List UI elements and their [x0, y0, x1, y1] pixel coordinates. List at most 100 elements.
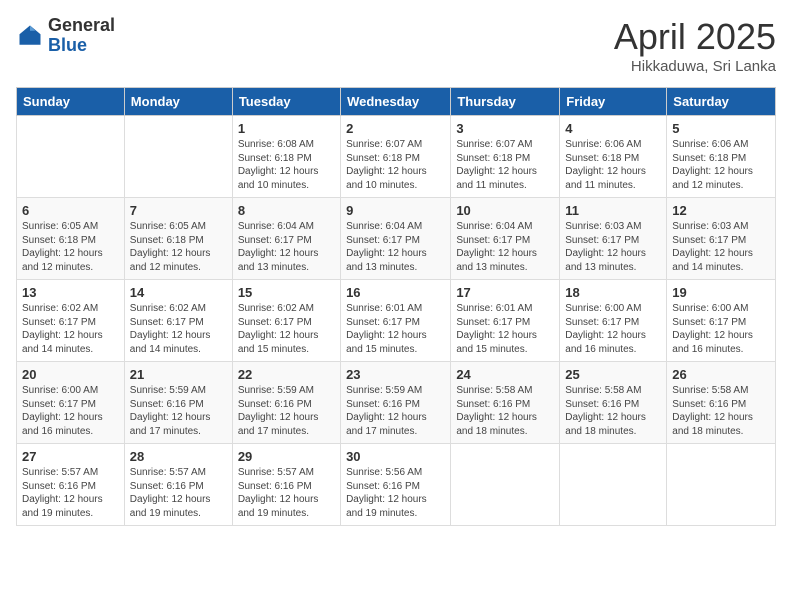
- day-number: 17: [456, 285, 554, 300]
- calendar-table: SundayMondayTuesdayWednesdayThursdayFrid…: [16, 87, 776, 526]
- col-header-thursday: Thursday: [451, 88, 560, 116]
- day-info: Sunrise: 6:04 AM Sunset: 6:17 PM Dayligh…: [238, 220, 335, 274]
- day-number: 4: [565, 121, 661, 136]
- day-cell: 18 Sunrise: 6:00 AM Sunset: 6:17 PM Dayli…: [560, 280, 667, 362]
- day-info: Sunrise: 6:05 AM Sunset: 6:18 PM Dayligh…: [130, 220, 227, 274]
- logo-icon: [16, 22, 44, 50]
- day-info: Sunrise: 6:02 AM Sunset: 6:17 PM Dayligh…: [22, 302, 119, 356]
- day-info: Sunrise: 6:00 AM Sunset: 6:17 PM Dayligh…: [565, 302, 661, 356]
- logo-general: General: [48, 16, 115, 36]
- day-cell: 25 Sunrise: 5:58 AM Sunset: 6:16 PM Dayli…: [560, 362, 667, 444]
- day-number: 30: [346, 449, 445, 464]
- day-info: Sunrise: 6:04 AM Sunset: 6:17 PM Dayligh…: [346, 220, 445, 274]
- day-cell: 13 Sunrise: 6:02 AM Sunset: 6:17 PM Dayli…: [17, 280, 125, 362]
- day-cell: 22 Sunrise: 5:59 AM Sunset: 6:16 PM Dayli…: [232, 362, 340, 444]
- day-number: 27: [22, 449, 119, 464]
- day-cell: 3Sunrise: 6:07 AM Sunset: 6:18 PM Daylig…: [451, 116, 560, 198]
- day-info: Sunrise: 5:56 AM Sunset: 6:16 PM Dayligh…: [346, 466, 445, 520]
- day-info: Sunrise: 5:59 AM Sunset: 6:16 PM Dayligh…: [238, 384, 335, 438]
- day-number: 14: [130, 285, 227, 300]
- col-header-sunday: Sunday: [17, 88, 125, 116]
- day-info: Sunrise: 6:00 AM Sunset: 6:17 PM Dayligh…: [672, 302, 770, 356]
- day-cell: 21 Sunrise: 5:59 AM Sunset: 6:16 PM Dayli…: [124, 362, 232, 444]
- week-row-4: 27 Sunrise: 5:57 AM Sunset: 6:16 PM Dayli…: [17, 444, 776, 526]
- day-number: 24: [456, 367, 554, 382]
- week-row-0: 1Sunrise: 6:08 AM Sunset: 6:18 PM Daylig…: [17, 116, 776, 198]
- day-cell: [124, 116, 232, 198]
- day-cell: 7 Sunrise: 6:05 AM Sunset: 6:18 PM Daylig…: [124, 198, 232, 280]
- day-cell: [560, 444, 667, 526]
- day-cell: 16 Sunrise: 6:01 AM Sunset: 6:17 PM Dayli…: [341, 280, 451, 362]
- day-cell: 2Sunrise: 6:07 AM Sunset: 6:18 PM Daylig…: [341, 116, 451, 198]
- day-cell: 24Sunrise: 5:58 AM Sunset: 6:16 PM Dayli…: [451, 362, 560, 444]
- logo: General Blue: [16, 16, 115, 56]
- day-info: Sunrise: 6:03 AM Sunset: 6:17 PM Dayligh…: [565, 220, 661, 274]
- day-info: Sunrise: 6:01 AM Sunset: 6:17 PM Dayligh…: [346, 302, 445, 356]
- day-info: Sunrise: 5:59 AM Sunset: 6:16 PM Dayligh…: [130, 384, 227, 438]
- day-cell: [451, 444, 560, 526]
- day-info: Sunrise: 6:02 AM Sunset: 6:17 PM Dayligh…: [130, 302, 227, 356]
- day-cell: 12Sunrise: 6:03 AM Sunset: 6:17 PM Dayli…: [667, 198, 776, 280]
- week-row-2: 13 Sunrise: 6:02 AM Sunset: 6:17 PM Dayli…: [17, 280, 776, 362]
- day-number: 18: [565, 285, 661, 300]
- day-number: 5: [672, 121, 770, 136]
- day-info: Sunrise: 5:57 AM Sunset: 6:16 PM Dayligh…: [22, 466, 119, 520]
- day-number: 12: [672, 203, 770, 218]
- col-header-friday: Friday: [560, 88, 667, 116]
- day-cell: 14 Sunrise: 6:02 AM Sunset: 6:17 PM Dayli…: [124, 280, 232, 362]
- day-number: 1: [238, 121, 335, 136]
- day-info: Sunrise: 5:59 AM Sunset: 6:16 PM Dayligh…: [346, 384, 445, 438]
- day-number: 16: [346, 285, 445, 300]
- logo-text: General Blue: [48, 16, 115, 56]
- day-cell: 5 Sunrise: 6:06 AM Sunset: 6:18 PM Daylig…: [667, 116, 776, 198]
- day-cell: 4Sunrise: 6:06 AM Sunset: 6:18 PM Daylig…: [560, 116, 667, 198]
- day-info: Sunrise: 6:00 AM Sunset: 6:17 PM Dayligh…: [22, 384, 119, 438]
- day-info: Sunrise: 6:06 AM Sunset: 6:18 PM Dayligh…: [672, 138, 770, 192]
- day-info: Sunrise: 5:58 AM Sunset: 6:16 PM Dayligh…: [672, 384, 770, 438]
- day-cell: 10Sunrise: 6:04 AM Sunset: 6:17 PM Dayli…: [451, 198, 560, 280]
- day-info: Sunrise: 5:57 AM Sunset: 6:16 PM Dayligh…: [238, 466, 335, 520]
- col-header-saturday: Saturday: [667, 88, 776, 116]
- page-header: General Blue April 2025 Hikkaduwa, Sri L…: [16, 16, 776, 75]
- calendar-title: April 2025: [614, 16, 776, 58]
- day-number: 20: [22, 367, 119, 382]
- logo-blue: Blue: [48, 36, 115, 56]
- day-cell: 6 Sunrise: 6:05 AM Sunset: 6:18 PM Daylig…: [17, 198, 125, 280]
- title-block: April 2025 Hikkaduwa, Sri Lanka: [614, 16, 776, 75]
- day-info: Sunrise: 6:05 AM Sunset: 6:18 PM Dayligh…: [22, 220, 119, 274]
- day-number: 29: [238, 449, 335, 464]
- day-number: 9: [346, 203, 445, 218]
- col-header-monday: Monday: [124, 88, 232, 116]
- day-number: 28: [130, 449, 227, 464]
- day-number: 3: [456, 121, 554, 136]
- day-number: 6: [22, 203, 119, 218]
- day-cell: 30 Sunrise: 5:56 AM Sunset: 6:16 PM Dayli…: [341, 444, 451, 526]
- day-info: Sunrise: 6:01 AM Sunset: 6:17 PM Dayligh…: [456, 302, 554, 356]
- day-number: 2: [346, 121, 445, 136]
- day-info: Sunrise: 6:02 AM Sunset: 6:17 PM Dayligh…: [238, 302, 335, 356]
- day-number: 22: [238, 367, 335, 382]
- day-number: 26: [672, 367, 770, 382]
- day-info: Sunrise: 5:58 AM Sunset: 6:16 PM Dayligh…: [565, 384, 661, 438]
- day-info: Sunrise: 5:57 AM Sunset: 6:16 PM Dayligh…: [130, 466, 227, 520]
- day-cell: 23Sunrise: 5:59 AM Sunset: 6:16 PM Dayli…: [341, 362, 451, 444]
- day-cell: [667, 444, 776, 526]
- day-number: 7: [130, 203, 227, 218]
- day-cell: 28 Sunrise: 5:57 AM Sunset: 6:16 PM Dayli…: [124, 444, 232, 526]
- week-row-3: 20 Sunrise: 6:00 AM Sunset: 6:17 PM Dayli…: [17, 362, 776, 444]
- day-number: 21: [130, 367, 227, 382]
- week-row-1: 6 Sunrise: 6:05 AM Sunset: 6:18 PM Daylig…: [17, 198, 776, 280]
- calendar-subtitle: Hikkaduwa, Sri Lanka: [614, 58, 776, 75]
- day-number: 15: [238, 285, 335, 300]
- day-number: 13: [22, 285, 119, 300]
- day-cell: 1Sunrise: 6:08 AM Sunset: 6:18 PM Daylig…: [232, 116, 340, 198]
- day-cell: 8 Sunrise: 6:04 AM Sunset: 6:17 PM Daylig…: [232, 198, 340, 280]
- day-number: 19: [672, 285, 770, 300]
- col-header-wednesday: Wednesday: [341, 88, 451, 116]
- day-number: 25: [565, 367, 661, 382]
- day-cell: 27 Sunrise: 5:57 AM Sunset: 6:16 PM Dayli…: [17, 444, 125, 526]
- day-number: 8: [238, 203, 335, 218]
- day-cell: 19 Sunrise: 6:00 AM Sunset: 6:17 PM Dayli…: [667, 280, 776, 362]
- day-cell: 15 Sunrise: 6:02 AM Sunset: 6:17 PM Dayli…: [232, 280, 340, 362]
- day-cell: 11Sunrise: 6:03 AM Sunset: 6:17 PM Dayli…: [560, 198, 667, 280]
